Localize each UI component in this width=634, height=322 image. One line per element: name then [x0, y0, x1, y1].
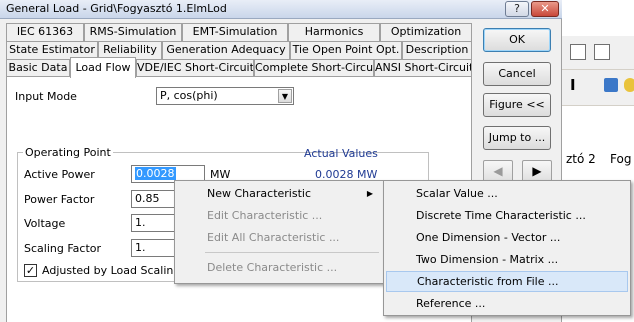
input-mode-select[interactable]: P, cos(phi) ▼	[156, 87, 294, 105]
background-label-1: ztó 2	[566, 152, 596, 166]
menu-item-new-characteristic[interactable]: New Characteristic ▶	[177, 183, 381, 204]
active-power-label: Active Power	[24, 168, 95, 181]
active-power-value: 0.0028	[135, 167, 176, 180]
adjusted-by-load-scaling-checkbox[interactable]: ✓	[24, 264, 37, 277]
power-factor-label: Power Factor	[24, 193, 95, 206]
characteristic-context-menu: New Characteristic ▶ Edit Characteristic…	[174, 180, 384, 284]
sheet-icon[interactable]	[594, 44, 610, 60]
scaling-factor-label: Scaling Factor	[24, 242, 102, 255]
tab-tie-open-point-opt[interactable]: Tie Open Point Opt.	[290, 41, 402, 59]
operating-point-legend: Operating Point	[23, 146, 113, 159]
submenu-arrow-icon: ▶	[366, 189, 373, 198]
figure-button[interactable]: Figure <<	[483, 93, 551, 117]
tab-row-1: IEC 61363 RMS-Simulation EMT-Simulation …	[6, 23, 472, 41]
previous-arrow-icon[interactable]: ◀	[483, 160, 513, 182]
submenu-item-reference[interactable]: Reference ...	[386, 293, 628, 314]
tab-description[interactable]: Description	[402, 41, 472, 59]
palette-icon[interactable]	[624, 78, 634, 92]
menu-item-edit-all-characteristic[interactable]: Edit All Characteristic ...	[177, 227, 381, 248]
background-label-2: Fog	[610, 152, 632, 166]
submenu-item-scalar-value[interactable]: Scalar Value ...	[386, 183, 628, 204]
submenu-item-two-dimension-matrix[interactable]: Two Dimension - Matrix ...	[386, 249, 628, 270]
tab-generation-adequacy[interactable]: Generation Adequacy	[162, 41, 290, 59]
cancel-button[interactable]: Cancel	[483, 62, 551, 86]
chevron-down-icon[interactable]: ▼	[278, 89, 292, 103]
tab-rms-simulation[interactable]: RMS-Simulation	[84, 23, 182, 41]
submenu-item-one-dimension-vector[interactable]: One Dimension - Vector ...	[386, 227, 628, 248]
help-button[interactable]: ?	[505, 1, 529, 17]
ok-button[interactable]: OK	[483, 28, 551, 52]
tab-emt-simulation[interactable]: EMT-Simulation	[182, 23, 288, 41]
fill-icon[interactable]	[604, 78, 618, 92]
tab-optimization[interactable]: Optimization	[380, 23, 472, 41]
menu-item-delete-characteristic[interactable]: Delete Characteristic ...	[177, 257, 381, 278]
input-mode-label: Input Mode	[15, 90, 77, 103]
input-mode-value: P, cos(phi)	[160, 89, 218, 102]
tab-row-3: Basic Data Load Flow VDE/IEC Short-Circu…	[6, 57, 472, 78]
tab-complete-short-circuit[interactable]: Complete Short-Circuit	[254, 59, 374, 77]
table-icon[interactable]	[570, 44, 586, 60]
submenu-item-discrete-time[interactable]: Discrete Time Characteristic ...	[386, 205, 628, 226]
next-arrow-icon[interactable]: ▶	[522, 160, 552, 182]
jump-to-button[interactable]: Jump to ...	[483, 126, 551, 150]
voltage-value: 1.	[135, 216, 146, 229]
title-bar[interactable]: General Load - Grid\Fogyasztó 1.ElmLod ?…	[0, 0, 562, 19]
menu-separator	[205, 252, 379, 253]
scaling-factor-value: 1.	[135, 241, 146, 254]
adjusted-by-load-scaling-label: Adjusted by Load Scaling	[42, 264, 181, 277]
menu-item-label: New Characteristic	[207, 187, 312, 200]
background-toolbar-2: I	[562, 70, 634, 106]
tab-iec-61363[interactable]: IEC 61363	[6, 23, 84, 41]
tab-ansi-short-circuit[interactable]: ANSI Short-Circuit	[374, 59, 472, 77]
background-toolbar: S	[562, 36, 634, 98]
voltage-label: Voltage	[24, 217, 66, 230]
tab-basic-data[interactable]: Basic Data	[6, 59, 70, 77]
text-cursor-icon[interactable]: I	[570, 76, 576, 94]
power-factor-value: 0.85	[135, 192, 160, 205]
tab-load-flow[interactable]: Load Flow	[70, 57, 136, 78]
tab-harmonics[interactable]: Harmonics	[288, 23, 380, 41]
menu-item-edit-characteristic[interactable]: Edit Characteristic ...	[177, 205, 381, 226]
close-button[interactable]: ✕	[531, 1, 559, 17]
submenu-item-characteristic-from-file[interactable]: Characteristic from File ...	[386, 271, 628, 292]
actual-values-header: Actual Values	[304, 147, 378, 160]
tab-vde-iec-short-circuit[interactable]: VDE/IEC Short-Circuit	[136, 59, 254, 77]
new-characteristic-submenu: Scalar Value ... Discrete Time Character…	[383, 180, 631, 316]
window-title: General Load - Grid\Fogyasztó 1.ElmLod	[6, 2, 227, 15]
